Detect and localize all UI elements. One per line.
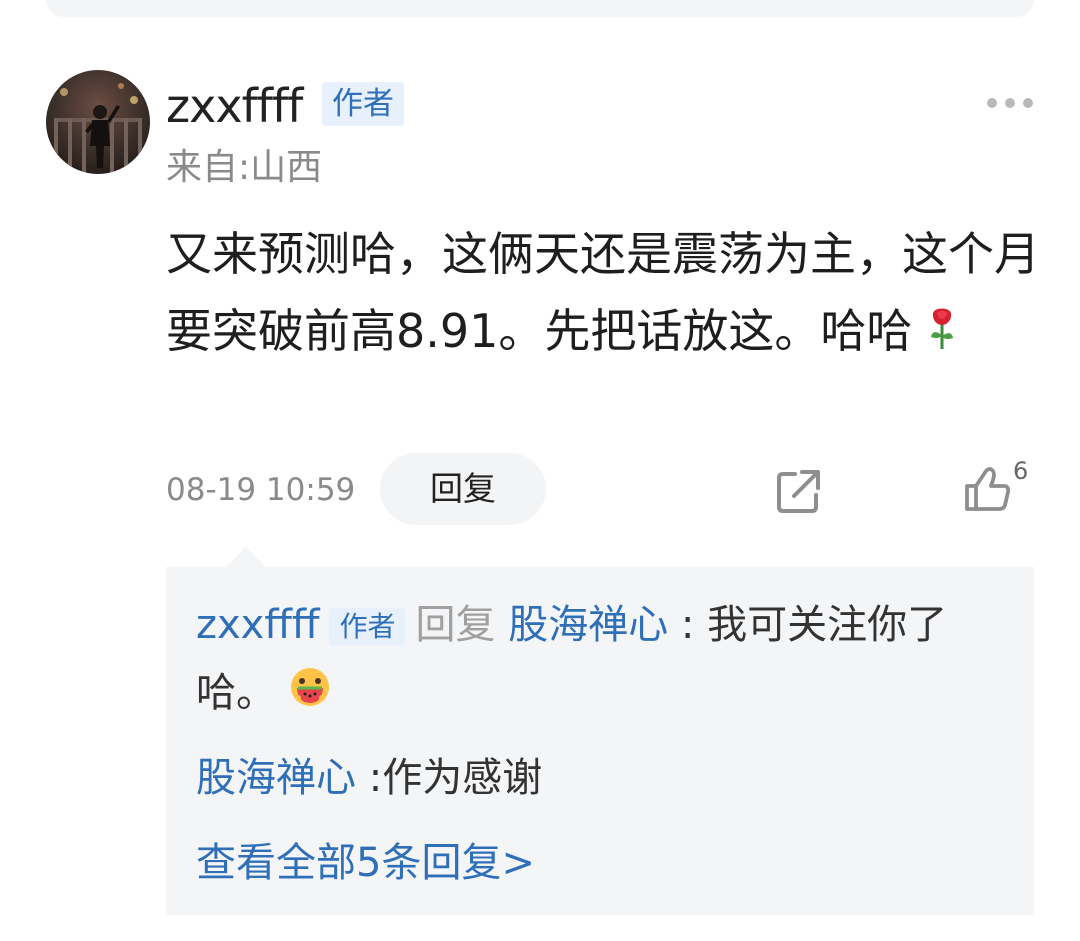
- reply-target[interactable]: 股海禅心: [508, 602, 668, 648]
- thumbs-up-icon[interactable]: [962, 466, 1012, 512]
- reply-item[interactable]: zxxffff 作者 回复 股海禅心 : 我可关注你了哈。: [196, 591, 1016, 729]
- share-icon[interactable]: [774, 466, 824, 516]
- like-count: 6: [1013, 457, 1029, 485]
- comment-timestamp: 08-19 10:59: [166, 472, 356, 508]
- comment-body: 又来预测哈，这俩天还是震荡为主，这个月要突破前高8.91。先把话放这。哈哈: [166, 216, 1044, 373]
- avatar[interactable]: [46, 70, 150, 174]
- rose-icon: [927, 296, 957, 373]
- reply-colon: :: [680, 602, 695, 648]
- view-all-replies-link[interactable]: 查看全部5条回复>: [196, 829, 1016, 897]
- reply-word: 回复: [415, 602, 496, 648]
- reply-item[interactable]: 股海禅心 :作为感谢: [196, 744, 1016, 812]
- reply-author[interactable]: zxxffff: [196, 602, 319, 648]
- more-icon[interactable]: [985, 94, 1035, 112]
- reply-box-pointer: [224, 547, 268, 569]
- comment-location: 来自:山西: [166, 147, 323, 188]
- reply-author-badge: 作者: [329, 608, 406, 646]
- author-badge: 作者: [322, 82, 404, 126]
- reply-text: 作为感谢: [382, 755, 543, 801]
- reply-colon: :: [368, 755, 383, 801]
- watermelon-face-icon: [289, 661, 331, 729]
- comment-text: 又来预测哈，这俩天还是震荡为主，这个月要突破前高8.91。先把话放这。哈哈: [166, 227, 1040, 358]
- reply-author[interactable]: 股海禅心: [196, 755, 356, 801]
- comment-username[interactable]: zxxffff: [166, 78, 303, 134]
- reply-button[interactable]: 回复: [380, 453, 546, 525]
- previous-card-edge: [46, 0, 1034, 17]
- avatar-photo: [46, 70, 150, 174]
